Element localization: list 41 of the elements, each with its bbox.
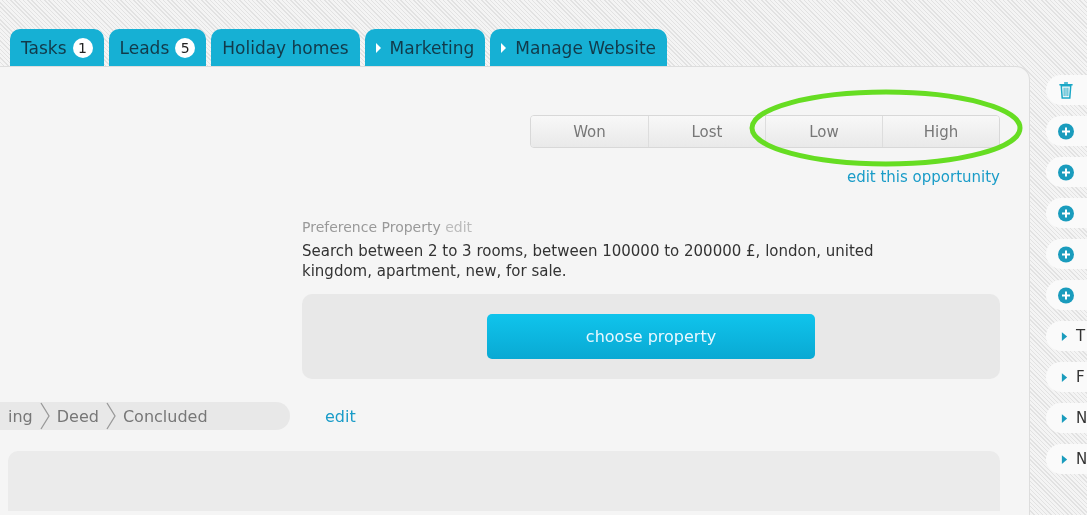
status-button[interactable]: Lost	[648, 116, 765, 147]
trash-icon	[1058, 81, 1074, 99]
tab[interactable]: Holiday homes	[211, 29, 360, 66]
plus-icon	[1058, 245, 1074, 263]
chevron-icon	[38, 402, 51, 430]
plus-icon	[1058, 122, 1074, 140]
plus-icon	[1058, 204, 1074, 222]
pipeline-stage[interactable]: ing	[8, 406, 33, 426]
sidebar-item[interactable]	[1046, 239, 1087, 269]
status-button[interactable]: High	[882, 116, 999, 147]
search-description: Search between 2 to 3 rooms, between 100000 to 200000 £, london, united kingdom, apartment, new, for sale.	[302, 241, 875, 281]
pipeline-stage[interactable]: Deed	[56, 406, 99, 426]
status-button[interactable]: Won	[531, 116, 648, 147]
tab[interactable]: Marketing	[364, 29, 486, 66]
count-badge: 5	[175, 37, 196, 58]
plus-icon	[1058, 163, 1074, 181]
caret-icon	[1061, 330, 1068, 342]
sidebar-item[interactable]	[1046, 157, 1087, 187]
edit-link[interactable]: edit	[325, 406, 356, 426]
sidebar-item[interactable]	[1046, 198, 1087, 228]
sidebar-item[interactable]: F	[1046, 362, 1087, 392]
choose-property-button[interactable]: choose property	[487, 314, 815, 359]
sidebar-item[interactable]	[1046, 75, 1087, 105]
sidebar-item[interactable]: T	[1046, 321, 1087, 351]
section-label: Preference Property	[302, 219, 441, 235]
caret-icon	[1061, 453, 1068, 465]
plus-icon	[1058, 286, 1074, 304]
tab[interactable]: Manage Website	[490, 29, 668, 66]
tab[interactable]: Leads 5	[108, 29, 207, 66]
count-badge: 1	[72, 37, 93, 58]
sidebar-item[interactable]	[1046, 116, 1087, 146]
sidebar-item[interactable]	[1046, 280, 1087, 310]
sidebar-item[interactable]: N	[1046, 403, 1087, 433]
caret-icon	[1061, 371, 1068, 383]
sidebar-item[interactable]: N	[1046, 444, 1087, 474]
pipeline-stage[interactable]: Concluded	[122, 406, 208, 426]
edit-opportunity-link[interactable]: edit this opportunity	[846, 168, 1000, 186]
caret-icon	[1061, 412, 1068, 424]
chevron-icon	[104, 402, 117, 430]
status-button[interactable]: Low	[765, 116, 882, 147]
tab[interactable]: Tasks 1	[10, 29, 104, 66]
